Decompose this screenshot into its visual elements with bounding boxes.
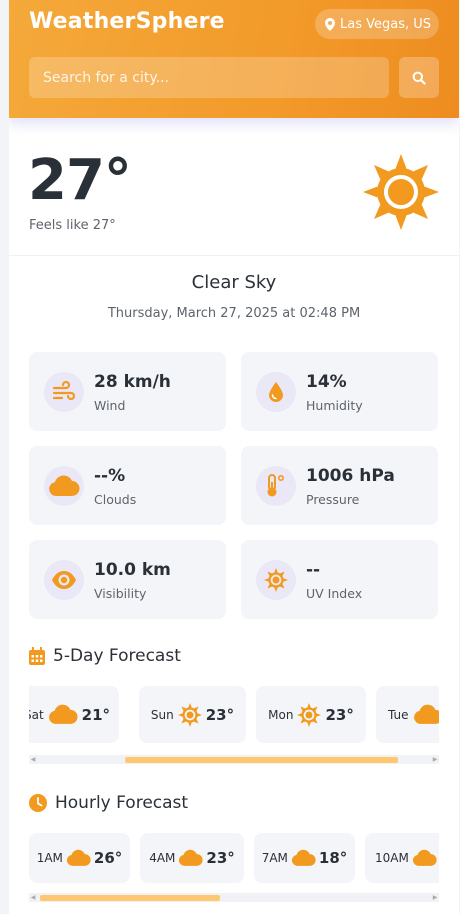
sun-icon: [363, 154, 439, 230]
hourly-item[interactable]: 7AM 18°: [254, 833, 355, 883]
sun-icon: [264, 568, 288, 592]
forecast-day[interactable]: Mon 23°: [256, 686, 366, 743]
scroll-left-arrow[interactable]: ◀: [29, 893, 37, 902]
forecast-day-temp: 21°: [81, 705, 111, 724]
location-badge[interactable]: Las Vegas, US: [315, 9, 439, 39]
wind-value: 28 km/h: [94, 372, 171, 392]
cloud-icon: [291, 849, 316, 866]
city-search-input[interactable]: [29, 57, 389, 98]
humidity-label: Humidity: [306, 398, 363, 413]
feels-like: Feels like 27°: [29, 218, 116, 233]
scroll-thumb[interactable]: [125, 757, 398, 763]
hourly-temp: 18°: [318, 849, 348, 867]
forecast-day[interactable]: Sat 21°: [29, 686, 119, 743]
hourly-time: 4AM: [149, 851, 176, 865]
hourly-temp: 26°: [93, 849, 123, 867]
hourly-time: 7AM: [261, 851, 288, 865]
wind-icon: [52, 381, 76, 401]
hourly-item[interactable]: 1AM 26°: [29, 833, 130, 883]
cloud-icon: [66, 849, 91, 866]
forecast-scrollbar[interactable]: ◀ ▶: [29, 755, 439, 764]
hourly-section-title: Hourly Forecast: [29, 793, 188, 813]
forecast-strip[interactable]: Sat 21° Sun 23° Mon: [29, 686, 439, 744]
forecast-day[interactable]: Tue: [376, 686, 439, 743]
humidity-value: 14%: [306, 372, 347, 392]
uv-index-card: -- UV Index: [241, 540, 438, 619]
sun-icon: [297, 702, 322, 727]
forecast-day-temp: 23°: [325, 705, 354, 724]
clock-icon: [29, 794, 47, 812]
hourly-item[interactable]: 4AM 23°: [140, 833, 244, 883]
search-button[interactable]: [399, 57, 439, 98]
clouds-label: Clouds: [94, 492, 137, 507]
scroll-left-arrow[interactable]: ◀: [29, 755, 37, 764]
hourly-scrollbar[interactable]: ◀ ▶: [29, 893, 439, 902]
section-divider: [9, 255, 459, 256]
pressure-label: Pressure: [306, 492, 360, 507]
forecast-day-name: Mon: [268, 707, 294, 722]
visibility-card: 10.0 km Visibility: [29, 540, 226, 619]
app-header: WeatherSphere Las Vegas, US: [9, 0, 459, 118]
forecast-day[interactable]: Sun 23°: [139, 686, 246, 743]
app-title: WeatherSphere: [29, 9, 225, 34]
cloud-icon: [413, 704, 439, 724]
forecast-title: 5-Day Forecast: [53, 646, 181, 666]
visibility-value: 10.0 km: [94, 560, 171, 580]
wind-label: Wind: [94, 398, 126, 413]
hourly-title: Hourly Forecast: [55, 793, 189, 813]
cloud-icon: [48, 704, 78, 724]
current-datetime: Thursday, March 27, 2025 at 02:48 PM: [107, 306, 361, 321]
forecast-section-title: 5-Day Forecast: [29, 646, 181, 666]
pressure-value: 1006 hPa: [306, 466, 395, 486]
uv-index-value: --: [306, 560, 321, 580]
hourly-time: 1AM: [36, 851, 63, 865]
forecast-day-name: Sat: [29, 707, 44, 722]
scroll-right-arrow[interactable]: ▶: [431, 755, 439, 764]
pressure-card: 1006 hPa Pressure: [241, 446, 438, 525]
search-icon: [412, 71, 426, 85]
scroll-right-arrow[interactable]: ▶: [431, 893, 439, 902]
forecast-day-name: Tue: [388, 707, 409, 722]
forecast-day-temp: 23°: [205, 705, 235, 724]
clouds-value: --%: [94, 466, 126, 486]
clouds-card: --% Clouds: [29, 446, 226, 525]
wind-card: 28 km/h Wind: [29, 352, 226, 431]
droplet-icon: [269, 382, 283, 402]
map-pin-icon: [325, 17, 335, 31]
uv-index-label: UV Index: [306, 586, 363, 601]
sun-icon: [177, 702, 202, 727]
location-label: Las Vegas, US: [340, 16, 432, 32]
hourly-strip[interactable]: 1AM 26° 4AM 23° 7AM 18° 10AM: [29, 833, 439, 883]
current-temperature: 27°: [28, 148, 132, 213]
app-page: WeatherSphere Las Vegas, US 27° Feels li…: [9, 0, 459, 914]
calendar-icon: [29, 647, 45, 665]
thermometer-icon: [267, 474, 285, 497]
cloud-icon: [179, 849, 204, 866]
cloud-icon: [49, 475, 80, 496]
weather-condition: Clear Sky: [191, 272, 277, 293]
hourly-time: 10AM: [375, 851, 409, 865]
hourly-item[interactable]: 10AM: [365, 833, 439, 883]
hourly-temp: 23°: [206, 849, 235, 867]
eye-icon: [52, 571, 76, 589]
scroll-thumb[interactable]: [40, 895, 220, 901]
cloud-icon: [412, 849, 437, 866]
humidity-card: 14% Humidity: [241, 352, 438, 431]
forecast-day-name: Sun: [150, 707, 174, 722]
visibility-label: Visibility: [94, 586, 147, 601]
